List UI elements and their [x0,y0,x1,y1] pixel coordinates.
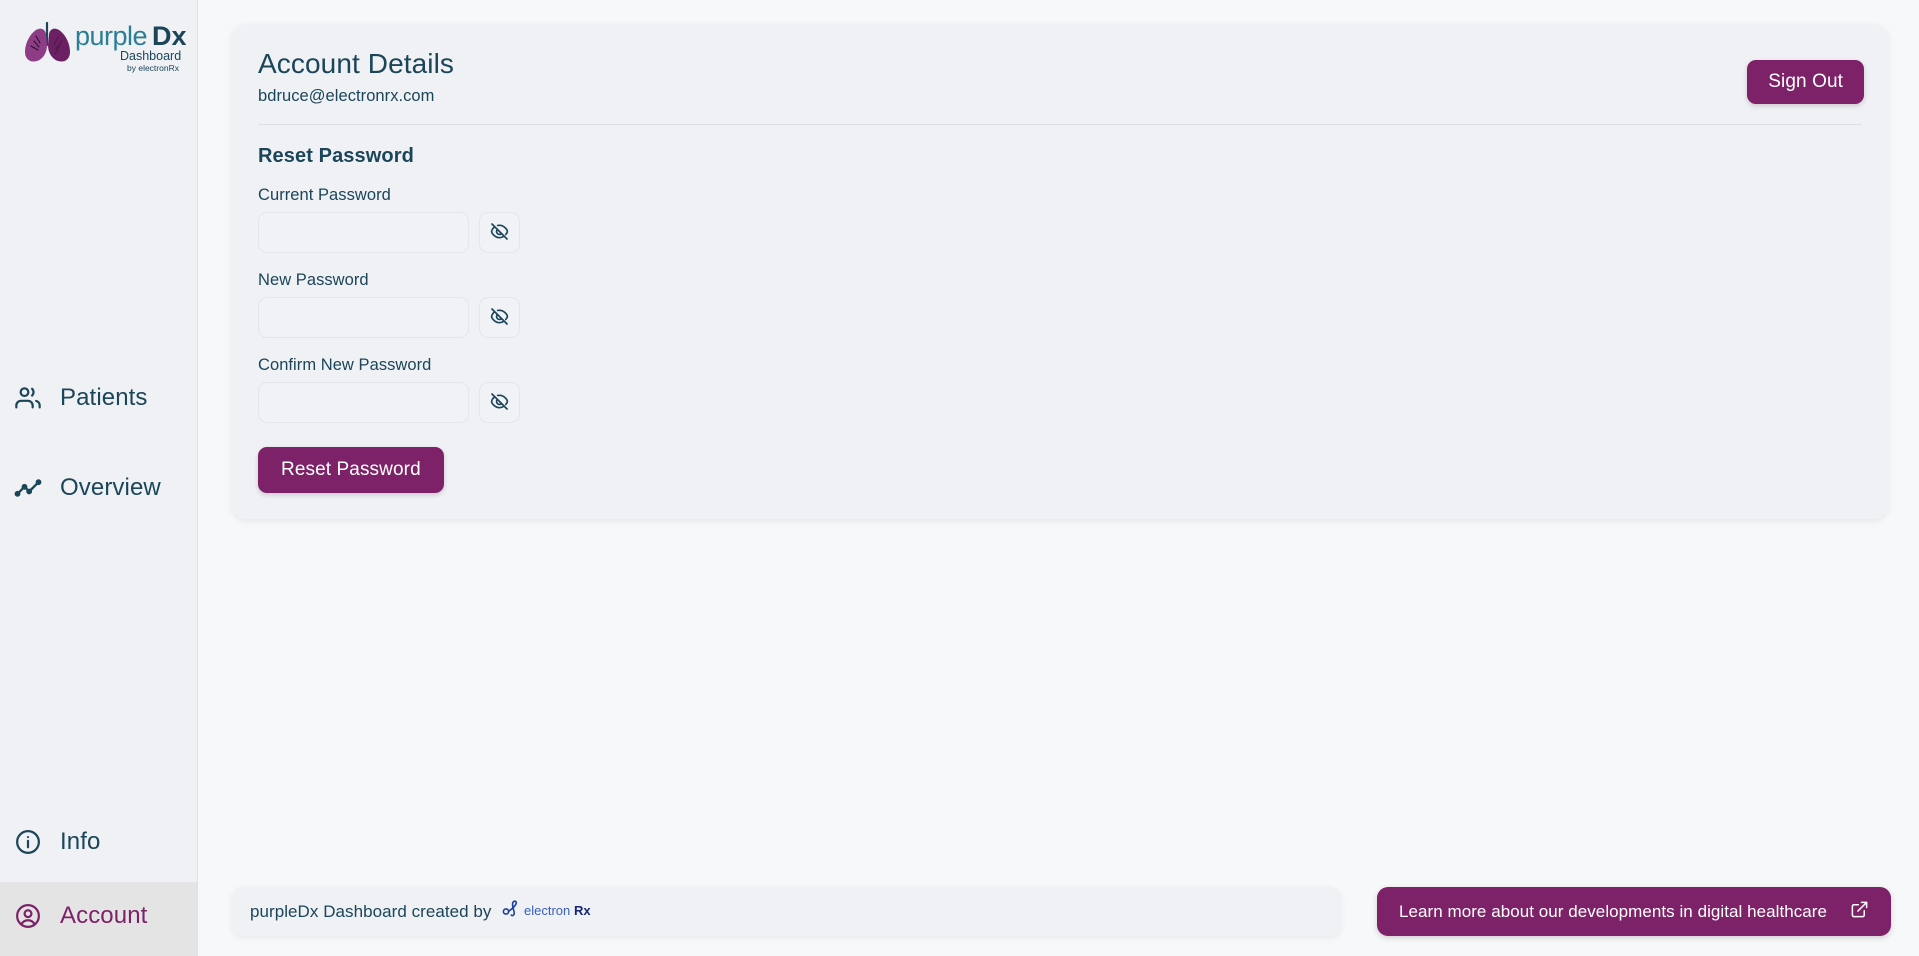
svg-text:Dx: Dx [152,21,186,51]
sidebar-item-label-info: Info [60,828,101,855]
sidebar-item-label-overview: Overview [60,474,161,501]
sidebar-item-info[interactable]: Info [0,818,197,882]
new-password-label: New Password [258,271,369,289]
reset-password-section-title: Reset Password [258,145,414,167]
brand-logo[interactable]: purple Dx Dashboard by electronRx [0,0,197,80]
app-root: purple Dx Dashboard by electronRx Patien… [0,0,1919,956]
sign-out-button[interactable]: Sign Out [1747,60,1864,104]
svg-text:electron: electron [524,903,570,918]
eye-off-icon [489,391,510,415]
learn-more-label: Learn more about our developments in dig… [1398,901,1827,921]
info-circle-icon [14,828,42,856]
learn-more-button[interactable]: Learn more about our developments in dig… [1376,887,1891,936]
page-title: Account Details [258,48,455,79]
sidebar-item-overview[interactable]: Overview [0,460,197,516]
sidebar-item-patients[interactable]: Patients [0,370,197,426]
new-password-input[interactable] [258,297,469,338]
toggle-new-password-visibility-button[interactable] [479,297,520,338]
eye-off-icon [489,221,510,245]
sidebar-item-account[interactable]: Account [0,882,197,956]
account-details-card: Account Details bdruce@electronrx.com Si… [232,24,1888,519]
reset-password-submit-button[interactable]: Reset Password [258,447,444,493]
toggle-current-password-visibility-button[interactable] [479,212,520,253]
sidebar-item-label-patients: Patients [60,384,148,411]
sidebar-nav-secondary: Info Account [0,818,197,956]
sidebar-item-label-account: Account [60,902,148,929]
header-divider [258,124,1862,125]
current-password-row [258,212,1862,253]
svg-text:Rx: Rx [574,903,591,918]
footer: purpleDx Dashboard created by electron R… [232,887,1891,936]
svg-text:by electronRx: by electronRx [127,63,180,73]
footer-credit-text: purpleDx Dashboard created by [250,901,492,921]
purpledx-logo-icon: purple Dx Dashboard by electronRx [25,21,186,73]
svg-text:Dashboard: Dashboard [120,49,181,63]
current-password-label: Current Password [258,186,391,204]
sidebar-nav-primary: Patients Overview [0,370,197,516]
users-icon [14,384,42,412]
account-email: bdruce@electronrx.com [258,87,435,106]
confirm-new-password-input[interactable] [258,382,469,423]
electronrx-logo-icon: electron Rx [500,898,592,925]
footer-credit-bar: purpleDx Dashboard created by electron R… [232,887,1341,936]
sidebar: purple Dx Dashboard by electronRx Patien… [0,0,198,956]
current-password-input[interactable] [258,212,469,253]
confirm-new-password-label: Confirm New Password [258,356,432,374]
card-header: Account Details bdruce@electronrx.com Si… [258,48,1864,110]
toggle-confirm-password-visibility-button[interactable] [479,382,520,423]
trending-line-chart-icon [14,474,42,502]
external-link-icon [1850,900,1869,924]
confirm-new-password-row [258,382,1862,423]
main-content: Account Details bdruce@electronrx.com Si… [198,0,1919,956]
eye-off-icon [489,306,510,330]
user-circle-icon [14,902,42,930]
svg-text:purple: purple [75,21,147,51]
new-password-row [258,297,1862,338]
